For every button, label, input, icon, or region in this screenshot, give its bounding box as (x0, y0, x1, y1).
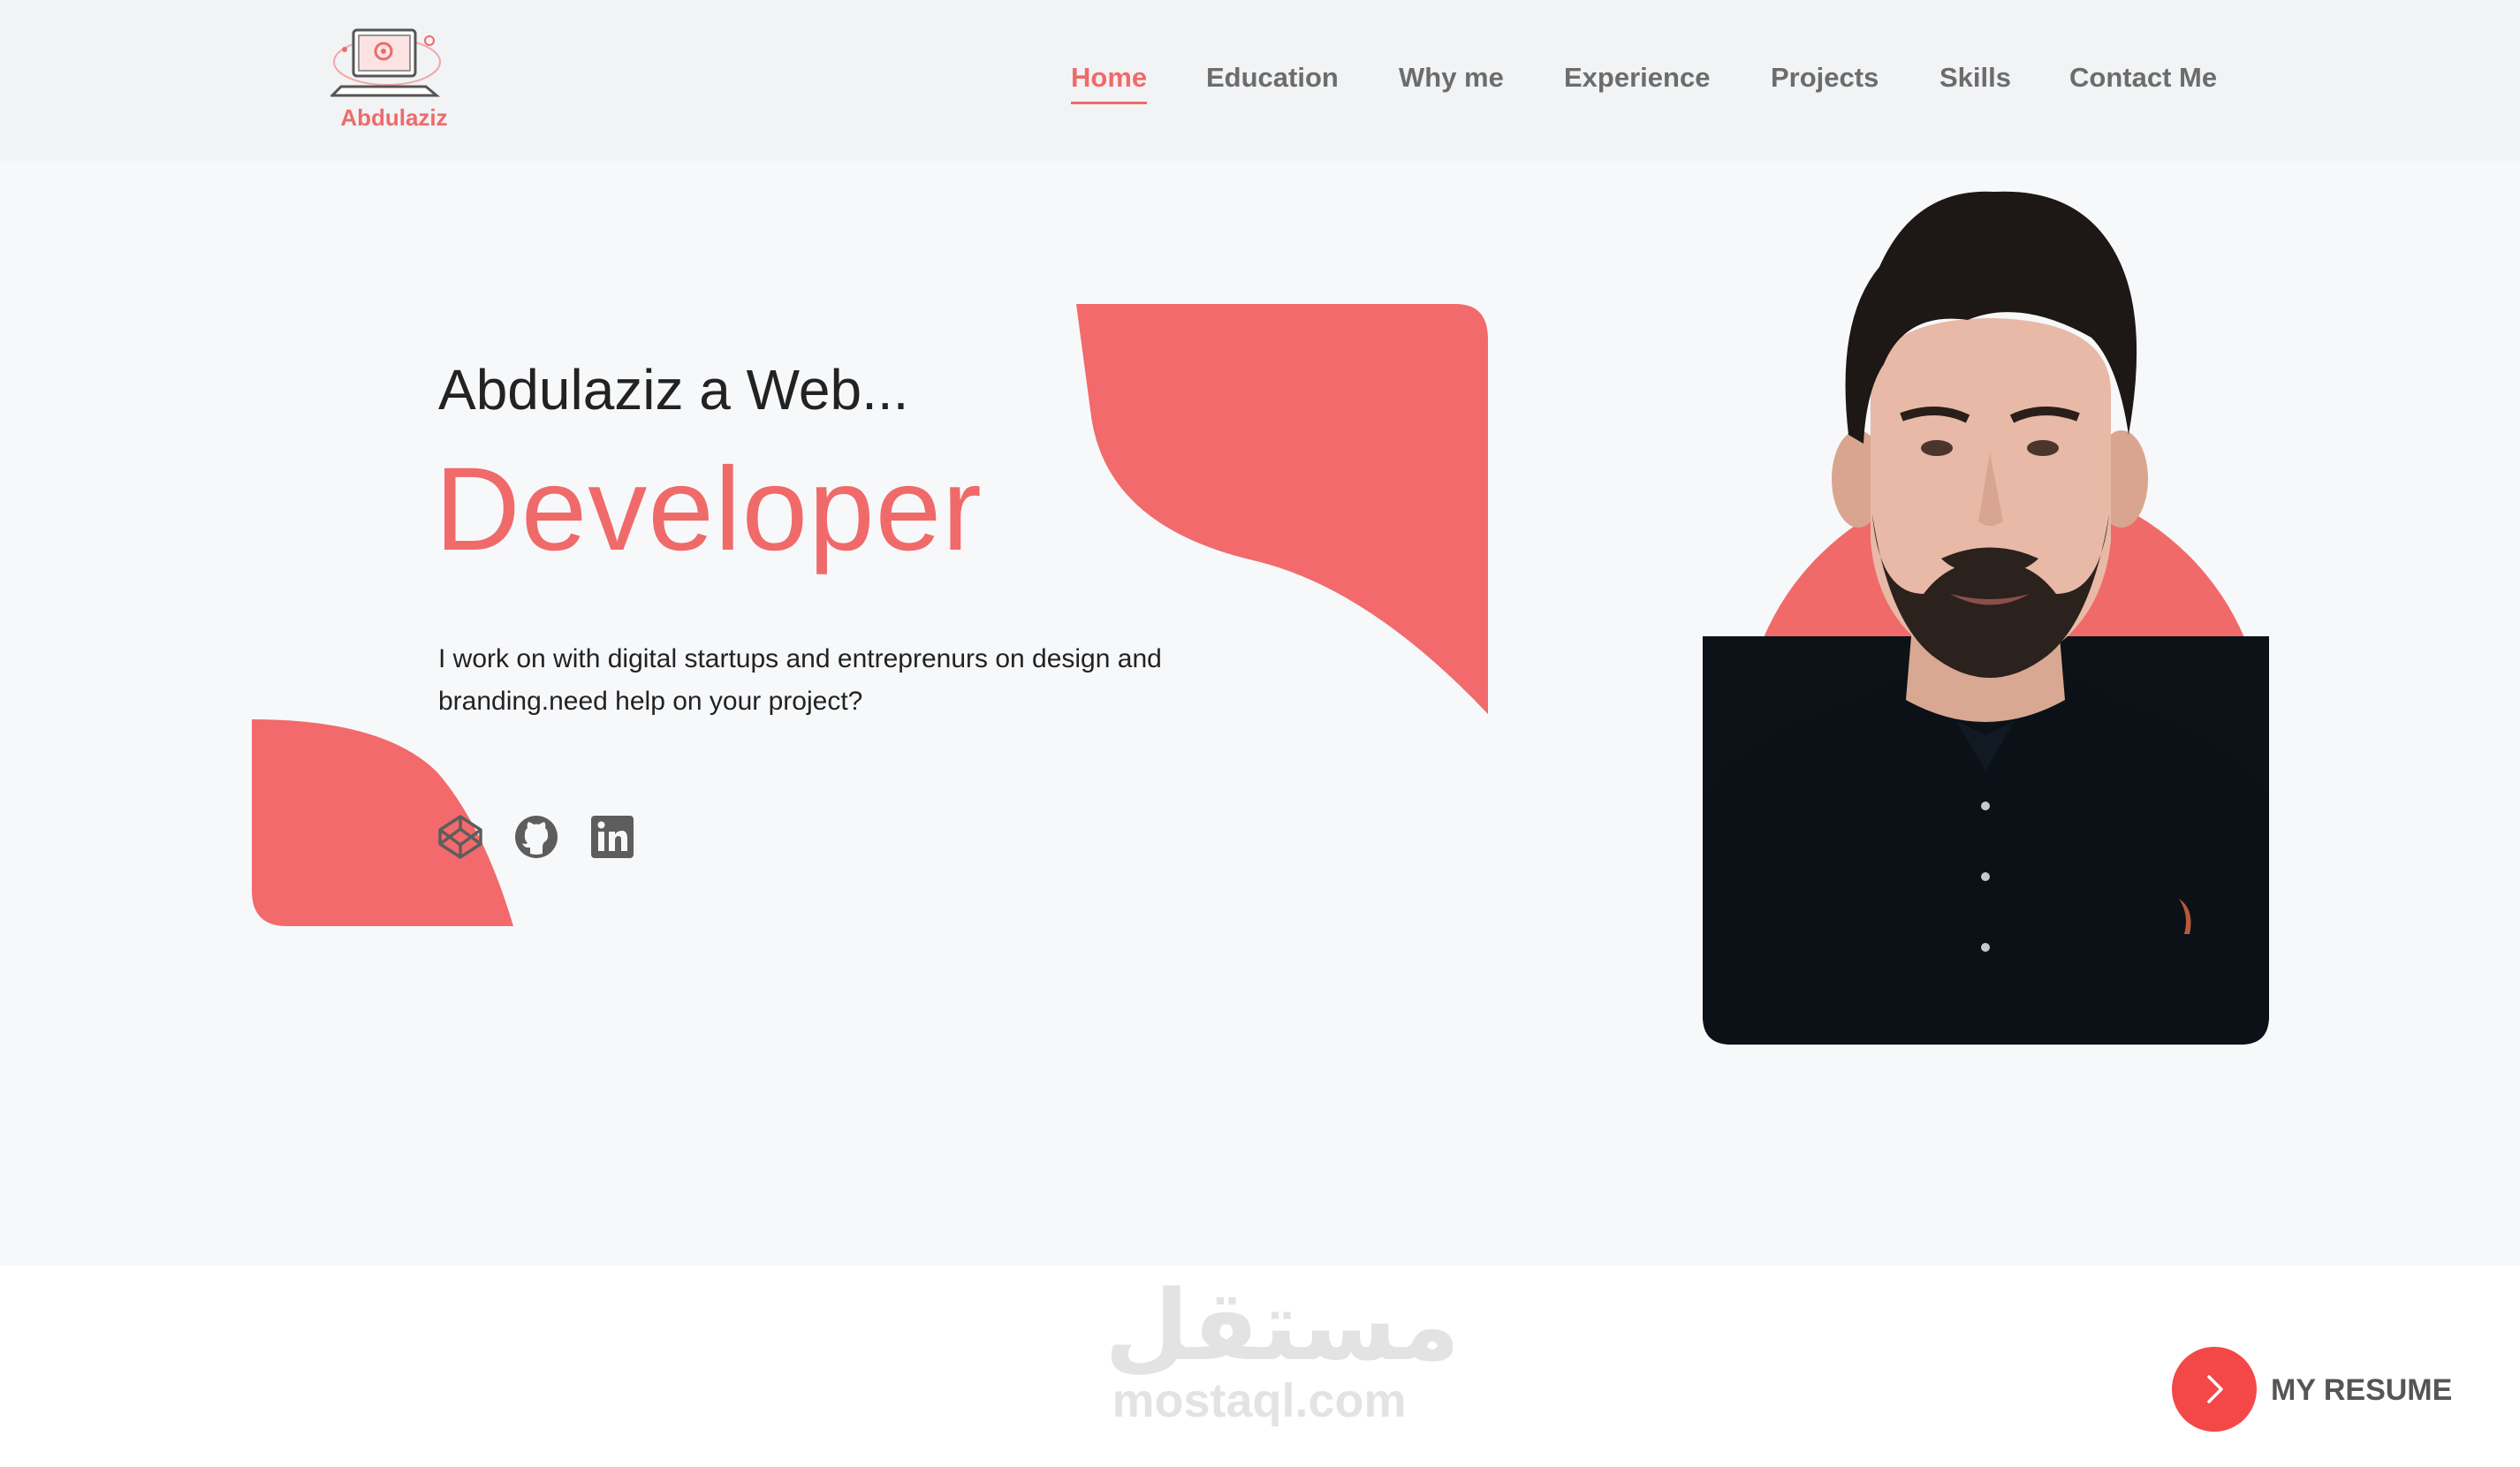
linkedin-icon[interactable] (588, 813, 636, 861)
nav-education[interactable]: Education (1206, 62, 1339, 94)
github-icon[interactable] (512, 813, 560, 861)
nav-home[interactable]: Home (1071, 62, 1148, 104)
nav-experience[interactable]: Experience (1564, 62, 1710, 94)
profile-photo (1703, 191, 2269, 1045)
watermark-latin: mostaql.com (1112, 1374, 1407, 1427)
resume-label[interactable]: MY RESUME (2271, 1373, 2452, 1408)
watermark-arabic: مستقل (1104, 1269, 1461, 1382)
hero-headline: Abdulaziz a Web... (438, 358, 909, 422)
mostaql-watermark: مستقل mostaql.com (1104, 1269, 1461, 1449)
resume-circle-button[interactable] (2172, 1347, 2257, 1432)
codepen-icon[interactable] (436, 813, 484, 861)
nav-contact-me[interactable]: Contact Me (2069, 62, 2217, 94)
hero-description: I work on with digital startups and entr… (438, 644, 1162, 716)
hero-role: Developer (435, 444, 983, 575)
nav-skills[interactable]: Skills (1939, 62, 2011, 94)
nav-why-me[interactable]: Why me (1399, 62, 1504, 94)
chevron-right-icon (2207, 1375, 2223, 1403)
nav-projects[interactable]: Projects (1771, 62, 1879, 94)
